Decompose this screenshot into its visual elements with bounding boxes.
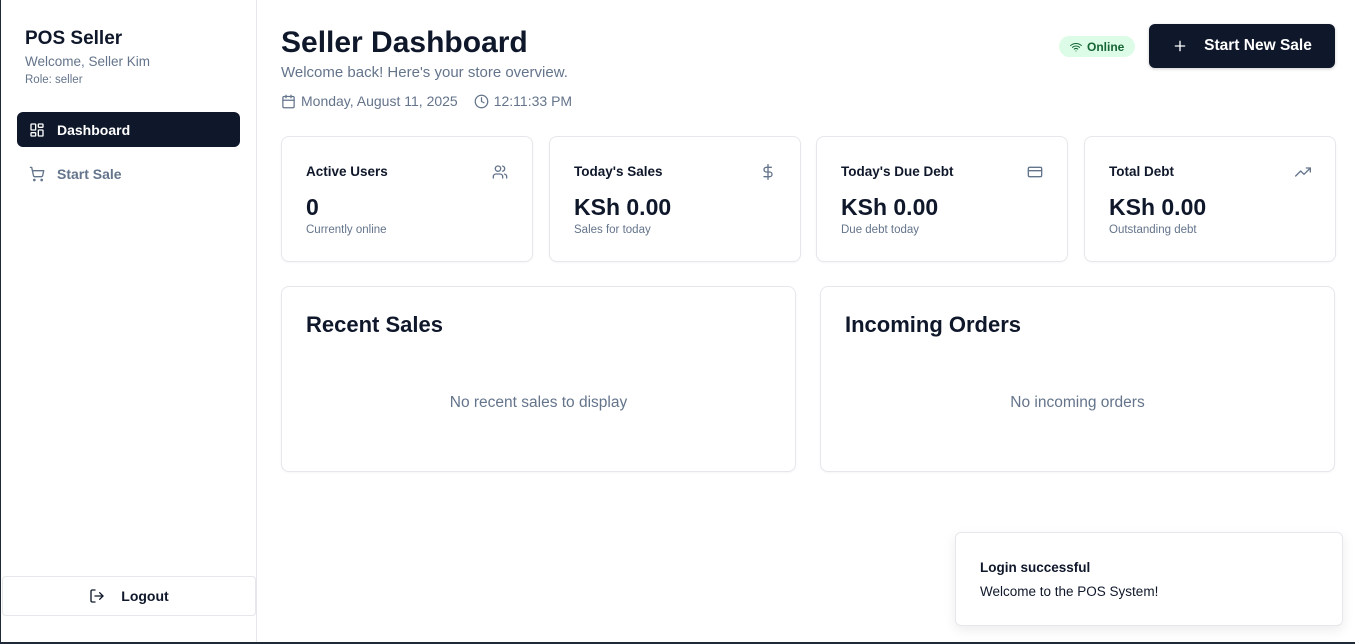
page-subtitle: Welcome back! Here's your store overview… — [281, 64, 568, 81]
start-new-sale-button[interactable]: Start New Sale — [1149, 24, 1335, 68]
users-icon — [492, 164, 508, 180]
stat-card-due-debt: Today's Due Debt KSh 0.00 Due debt today — [816, 136, 1068, 262]
trending-up-icon — [1295, 164, 1311, 180]
toast-description: Welcome to the POS System! — [980, 584, 1159, 599]
time-text: 12:11:33 PM — [493, 93, 573, 109]
stat-card-total-debt: Total Debt KSh 0.00 Outstanding debt — [1084, 136, 1336, 262]
start-new-sale-label: Start New Sale — [1204, 37, 1312, 54]
empty-state-text: No recent sales to display — [449, 394, 628, 411]
role-text: Role: seller — [25, 74, 83, 86]
status-text: Online — [1087, 39, 1125, 54]
stat-value: KSh 0.00 — [1109, 194, 1207, 220]
online-status-badge: Online — [1059, 36, 1136, 57]
stat-card-todays-sales: Today's Sales KSh 0.00 Sales for today — [549, 136, 801, 262]
date-text: Monday, August 11, 2025 — [301, 93, 458, 109]
stat-value: KSh 0.00 — [574, 194, 672, 220]
shopping-cart-icon — [29, 166, 45, 182]
stats-row: Active Users 0 Currently online Today's … — [281, 136, 1336, 262]
calendar-icon — [282, 94, 295, 108]
stat-label: Total Debt — [1109, 164, 1174, 179]
stat-label: Today's Sales — [574, 164, 663, 179]
wifi-icon — [1070, 42, 1082, 52]
stat-label: Today's Due Debt — [841, 164, 954, 179]
dollar-icon — [760, 164, 776, 180]
stat-card-active-users: Active Users 0 Currently online — [281, 136, 533, 262]
sidebar-item-dashboard[interactable]: Dashboard — [17, 112, 240, 147]
toast-notification[interactable]: Login successful Welcome to the POS Syst… — [955, 532, 1343, 626]
page-title: Seller Dashboard — [281, 26, 528, 59]
stat-label: Active Users — [306, 164, 388, 179]
logout-button[interactable]: Logout — [2, 576, 256, 616]
sidebar-item-start-sale[interactable]: Start Sale — [17, 156, 240, 191]
logout-icon — [89, 588, 105, 604]
sidebar-item-label: Start Sale — [57, 165, 122, 182]
date-time-row: Monday, August 11, 2025 12:11:33 PM — [281, 93, 588, 109]
plus-icon — [1172, 38, 1188, 54]
stat-caption: Currently online — [306, 224, 387, 236]
incoming-orders-panel: Incoming Orders No incoming orders — [820, 286, 1335, 472]
clock-icon — [474, 94, 489, 108]
credit-card-icon — [1027, 164, 1043, 180]
sidebar-item-label: Dashboard — [57, 121, 131, 138]
dashboard-grid-icon — [29, 122, 45, 138]
panel-title: Recent Sales — [306, 312, 443, 337]
time-display: 12:11:33 PM — [474, 93, 572, 109]
empty-state-text: No incoming orders — [1010, 394, 1145, 411]
brand: POS Seller Welcome, Seller Kim Role: sel… — [25, 28, 150, 87]
date-display: Monday, August 11, 2025 — [281, 93, 458, 109]
stat-caption: Sales for today — [574, 224, 651, 236]
toast-title: Login successful — [980, 560, 1091, 575]
panel-title: Incoming Orders — [845, 312, 1022, 337]
stat-caption: Outstanding debt — [1109, 224, 1197, 236]
stat-caption: Due debt today — [841, 224, 920, 236]
logout-label: Logout — [121, 588, 169, 604]
welcome-text: Welcome, Seller Kim — [25, 54, 151, 69]
app-title: POS Seller — [25, 28, 123, 49]
stat-value: 0 — [306, 194, 319, 220]
sidebar-nav: Dashboard Start Sale — [17, 112, 240, 200]
sidebar: POS Seller Welcome, Seller Kim Role: sel… — [1, 0, 257, 642]
stat-value: KSh 0.00 — [841, 194, 939, 220]
recent-sales-panel: Recent Sales No recent sales to display — [281, 286, 796, 472]
